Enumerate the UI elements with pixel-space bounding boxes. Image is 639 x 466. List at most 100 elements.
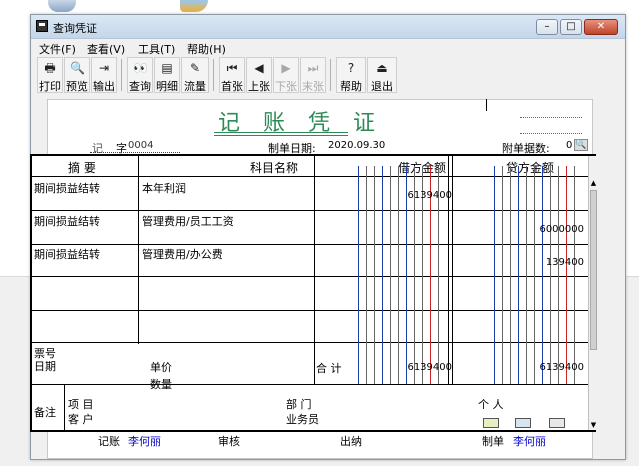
total-credit: 6139400: [539, 362, 584, 373]
toolbar-separator: [213, 59, 214, 91]
detail-icon: ▤: [161, 61, 173, 75]
header-account: 科目名称: [250, 161, 299, 175]
voucher-number[interactable]: 0004: [128, 140, 153, 151]
binoculars-icon: 👀: [133, 61, 148, 75]
grid-line: [138, 156, 139, 344]
digit-line: [382, 166, 383, 384]
print-button[interactable]: 🖶 打印: [37, 57, 63, 93]
help-button[interactable]: ? 帮助: [336, 57, 366, 93]
digit-line: [358, 166, 359, 384]
unit-price-label: 单价: [150, 361, 172, 374]
maker-label: 制单: [482, 435, 504, 448]
grid-line: [32, 342, 588, 343]
prev-button[interactable]: ◀ 上张: [246, 57, 272, 93]
row-summary[interactable]: 期间损益结转: [34, 246, 100, 262]
row-account[interactable]: 管理费用/员工工资: [142, 213, 234, 229]
last-icon: ⏭: [307, 61, 319, 75]
dotted-line: [520, 117, 582, 118]
exit-button[interactable]: ⏏ 退出: [367, 57, 397, 93]
dotted-line: [520, 133, 582, 134]
dotted-line: [90, 152, 180, 153]
grid-line: [32, 210, 588, 211]
staff-label: 业务员: [286, 413, 319, 426]
person-label: 个 人: [478, 398, 504, 411]
review-label: 审核: [218, 435, 240, 448]
toolbar: 🖶 打印 🔍 预览 ⇥ 输出 👀 查询 ▤ 明细 ✎ 流量 ⏮ 首张 ◀ 上张 ▶ 下张 ⏭ 末张 …: [37, 57, 417, 93]
row-account[interactable]: 本年利润: [142, 180, 186, 196]
digit-line: [494, 166, 495, 384]
card-icon[interactable]: [549, 418, 565, 428]
minimize-button[interactable]: –: [536, 19, 558, 35]
scroll-up-icon[interactable]: ▲: [589, 178, 598, 188]
help-icon: ?: [347, 61, 355, 75]
maker-name: 李何丽: [513, 435, 546, 448]
row-account[interactable]: 管理费用/办公费: [142, 246, 223, 262]
voucher-date[interactable]: 2020.09.30: [328, 140, 385, 151]
total-debit: 6139400: [407, 362, 452, 373]
grid-line: [32, 310, 588, 311]
ticket-date-label: 日期: [34, 360, 56, 373]
exit-icon: ⏏: [376, 61, 388, 75]
lookup-icon[interactable]: 🔍: [574, 139, 588, 151]
voucher-table: 摘 要 科目名称 借方金额 贷方金额 期间损益结转 本年利润 6139400 期…: [30, 154, 598, 432]
attach-count[interactable]: 0: [566, 140, 572, 151]
app-icon: [36, 20, 48, 32]
grid-line: [32, 384, 588, 385]
export-button[interactable]: ⇥ 输出: [91, 57, 117, 93]
grid-line: [32, 176, 588, 177]
vertical-scrollbar[interactable]: ▲ ▼: [588, 156, 598, 430]
menu-help[interactable]: 帮助(H): [187, 41, 226, 57]
digit-line: [574, 166, 575, 384]
bookkeep-label: 记账: [98, 435, 120, 448]
text-cursor: [486, 99, 487, 111]
row-summary[interactable]: 期间损益结转: [34, 213, 100, 229]
toolbar-separator: [121, 59, 122, 91]
digit-line: [366, 166, 367, 384]
header-summary: 摘 要: [68, 161, 96, 175]
digit-line: [542, 166, 543, 384]
card-icon[interactable]: [483, 418, 499, 428]
digit-line: [374, 166, 375, 384]
row-debit[interactable]: 6139400: [407, 190, 452, 201]
window-title: 查询凭证: [53, 22, 97, 35]
dept-label: 部 门: [286, 398, 312, 411]
grid-line: [32, 244, 588, 245]
menu-file[interactable]: 文件(F): [39, 41, 76, 57]
digit-line: [550, 166, 551, 384]
menu-tools[interactable]: 工具(T): [138, 41, 175, 57]
digit-line: [558, 166, 559, 384]
title-underline: [214, 132, 348, 136]
scroll-thumb[interactable]: [590, 190, 597, 350]
digit-line: [510, 166, 511, 384]
row-credit[interactable]: 6000000: [539, 224, 584, 235]
grid-line: [32, 276, 588, 277]
digit-line: [398, 166, 399, 384]
row-credit[interactable]: 139400: [546, 257, 584, 268]
customer-label: 客 户: [68, 413, 94, 426]
card-icon[interactable]: [515, 418, 531, 428]
menu-view[interactable]: 查看(V): [87, 41, 125, 57]
preview-button[interactable]: 🔍 预览: [64, 57, 90, 93]
prev-icon: ◀: [254, 61, 264, 75]
query-button[interactable]: 👀 查询: [127, 57, 153, 93]
digit-line: [534, 166, 535, 384]
next-icon: ▶: [281, 61, 291, 75]
grid-line: [452, 156, 453, 384]
preview-icon: 🔍: [70, 61, 85, 75]
last-button[interactable]: ⏭ 末张: [300, 57, 326, 93]
project-label: 项 目: [68, 398, 94, 411]
first-button[interactable]: ⏮ 首张: [219, 57, 245, 93]
maximize-button[interactable]: □: [560, 19, 582, 35]
menu-bar: 文件(F) 查看(V) 工具(T) 帮助(H): [31, 39, 625, 56]
desktop-icon: [48, 0, 76, 12]
close-button[interactable]: ✕: [584, 19, 618, 35]
digit-line: [390, 166, 391, 384]
flow-button[interactable]: ✎ 流量: [181, 57, 209, 93]
digit-line: [566, 166, 567, 384]
toolbar-separator: [330, 59, 331, 91]
scroll-down-icon[interactable]: ▼: [589, 420, 598, 430]
row-summary[interactable]: 期间损益结转: [34, 180, 100, 196]
next-button[interactable]: ▶ 下张: [273, 57, 299, 93]
detail-button[interactable]: ▤ 明细: [154, 57, 180, 93]
flow-icon: ✎: [189, 61, 201, 75]
